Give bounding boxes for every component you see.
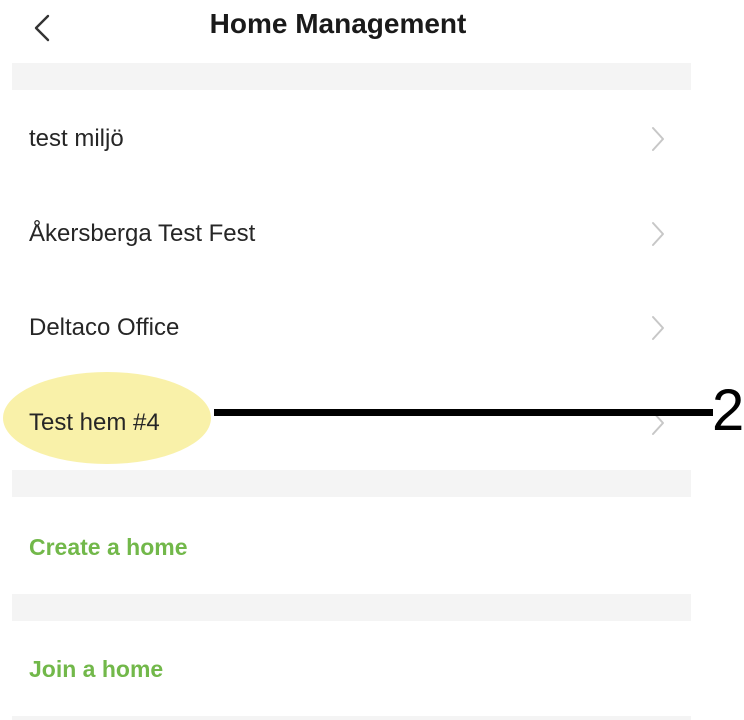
page-title: Home Management <box>209 8 467 39</box>
home-list-item[interactable]: Åkersberga Test Fest <box>12 187 691 280</box>
chevron-right-icon <box>652 126 664 151</box>
home-name: test miljö <box>29 124 124 152</box>
annotation-number: 2 <box>712 378 744 443</box>
section-divider <box>12 594 691 621</box>
home-name: Test hem #4 <box>29 408 160 436</box>
section-divider <box>12 63 691 90</box>
home-name: Deltaco Office <box>29 313 180 341</box>
chevron-right-icon <box>652 221 664 246</box>
join-home-label: Join a home <box>29 655 164 682</box>
join-home-button[interactable]: Join a home <box>12 622 691 716</box>
create-home-button[interactable]: Create a home <box>12 500 691 594</box>
home-list-item[interactable]: Deltaco Office <box>12 281 691 374</box>
section-divider <box>12 470 691 497</box>
header-bar: Home Management <box>0 0 690 62</box>
home-list-item[interactable]: test miljö <box>12 92 691 185</box>
home-name: Åkersberga Test Fest <box>29 219 256 247</box>
annotation-line <box>214 409 713 416</box>
create-home-label: Create a home <box>29 533 188 560</box>
chevron-right-icon <box>652 315 664 340</box>
section-divider <box>12 716 691 720</box>
